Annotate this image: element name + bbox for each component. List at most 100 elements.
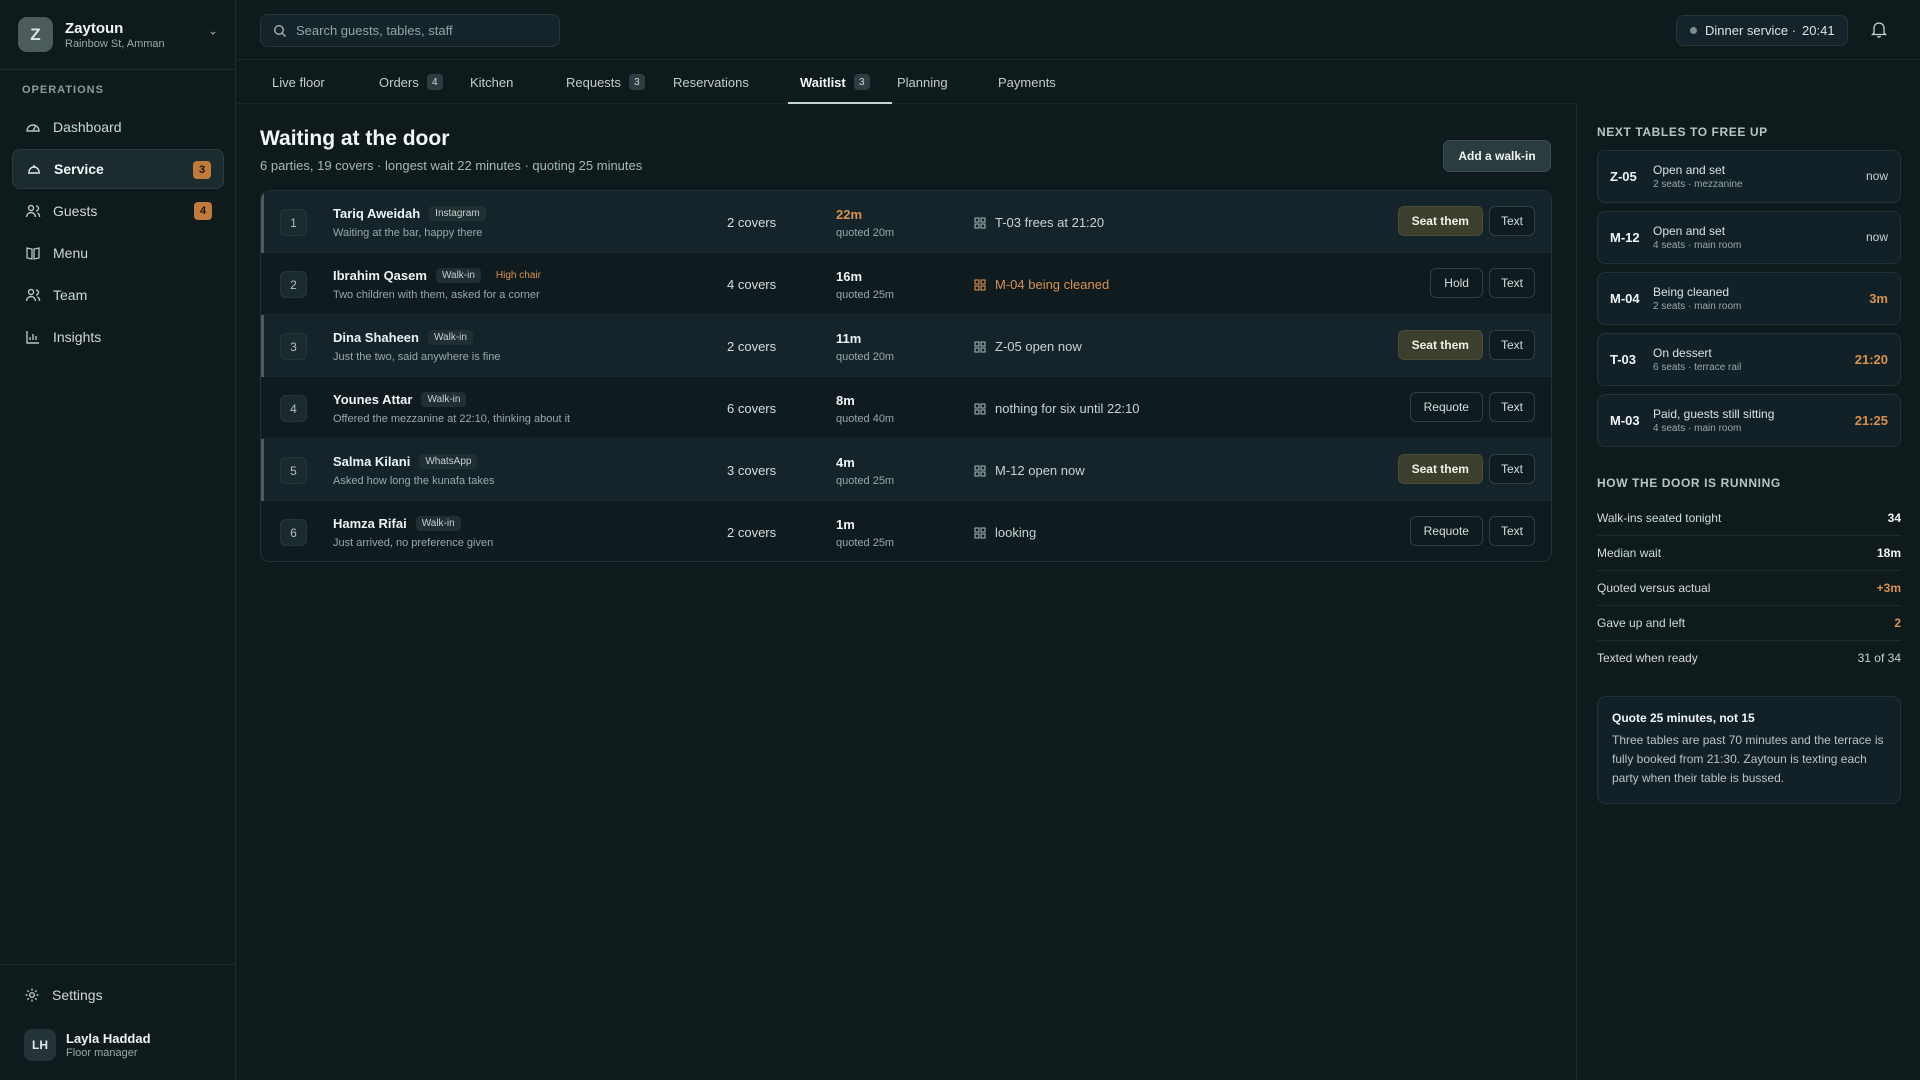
chart-icon <box>26 331 39 344</box>
stat-value: 31 of 34 <box>1857 651 1901 665</box>
stat-row: Quoted versus actual +3m <box>1597 571 1901 606</box>
table-status: Being cleaned <box>1653 285 1730 299</box>
text-guest-button[interactable]: Text <box>1488 206 1535 236</box>
table-row[interactable]: 2 Ibrahim Qasem Walk-in High chair Two c… <box>261 253 1551 315</box>
sidebar-item-label: Guests <box>53 203 98 219</box>
page-title: Waiting at the door <box>260 127 450 150</box>
text-guest-button[interactable]: Text <box>1488 454 1535 484</box>
add-walkin-button[interactable]: Add a walk-in <box>1443 140 1551 172</box>
quoted-time: quoted 25m <box>836 537 895 549</box>
text-guest-button[interactable]: Text <box>1488 330 1535 360</box>
advice-body: Three tables are past 70 minutes and the… <box>1612 733 1884 785</box>
status-dot-icon <box>1690 27 1697 34</box>
covers: 2 covers <box>727 215 777 230</box>
free-table-card[interactable]: M-04 Being cleaned 2 seats · main room 3… <box>1597 272 1901 325</box>
sidebar-item-label: Insights <box>53 329 102 345</box>
free-time: 21:20 <box>1854 352 1888 367</box>
table-row[interactable]: 1 Tariq Aweidah Instagram Waiting at the… <box>261 191 1551 253</box>
table-row[interactable]: 6 Hamza Rifai Walk-in Just arrived, no p… <box>261 501 1551 561</box>
tab-requests[interactable]: Requests 3 <box>566 60 645 104</box>
stat-label: Gave up and left <box>1597 616 1686 630</box>
tab-live-floor[interactable]: Live floor <box>272 60 325 104</box>
seat-them-button[interactable]: Seat them <box>1397 454 1483 484</box>
stat-label: Median wait <box>1597 546 1662 560</box>
table-status-text: M-12 open now <box>995 463 1085 478</box>
tab-planning[interactable]: Planning <box>897 60 948 104</box>
user-profile[interactable]: LH Layla Haddad Floor manager <box>24 1029 151 1061</box>
advice-card: Quote 25 minutes, not 15 Three tables ar… <box>1597 696 1901 804</box>
stat-label: Quoted versus actual <box>1597 581 1711 595</box>
guest-note: Waiting at the bar, happy there <box>333 227 483 239</box>
table-row[interactable]: 5 Salma Kilani WhatsApp Asked how long t… <box>261 439 1551 501</box>
sidebar-item-label: Dashboard <box>53 119 122 135</box>
brand-logo: Z <box>18 17 53 52</box>
table-code: M-03 <box>1610 413 1640 428</box>
nav-badge: 4 <box>194 202 212 220</box>
guest-note: Asked how long the kunafa takes <box>333 475 495 487</box>
table-status-text: looking <box>995 525 1037 540</box>
tab-reservations[interactable]: Reservations <box>673 60 749 104</box>
tab-label: Waitlist <box>800 74 846 90</box>
sidebar-item-team[interactable]: Team <box>12 275 224 315</box>
tab-label: Payments <box>998 74 1056 90</box>
table-detail: 4 seats · main room <box>1653 240 1742 251</box>
text-guest-button[interactable]: Text <box>1488 268 1535 298</box>
requote-button[interactable]: Requote <box>1409 392 1483 422</box>
tab-orders[interactable]: Orders 4 <box>379 60 443 104</box>
search-icon <box>273 24 286 37</box>
text-guest-button[interactable]: Text <box>1488 392 1535 422</box>
user-name: Layla Haddad <box>66 1031 151 1046</box>
covers: 2 covers <box>727 339 777 354</box>
tab-kitchen[interactable]: Kitchen <box>470 60 513 104</box>
wait-time: 4m <box>836 455 855 470</box>
sidebar-item-dashboard[interactable]: Dashboard <box>12 107 224 147</box>
free-tables-heading: NEXT TABLES TO FREE UP <box>1597 125 1768 139</box>
tab-waitlist[interactable]: Waitlist 3 <box>788 60 892 104</box>
top-bar: Search guests, tables, staff Dinner serv… <box>236 0 1920 60</box>
source-tag: Walk-in <box>427 330 473 345</box>
table-code: M-12 <box>1610 230 1640 245</box>
queue-position: 3 <box>280 333 307 360</box>
table-grid-icon <box>974 216 986 229</box>
free-table-card[interactable]: M-03 Paid, guests still sitting 4 seats … <box>1597 394 1901 447</box>
sidebar-item-menu[interactable]: Menu <box>12 233 224 273</box>
free-table-card[interactable]: M-12 Open and set 4 seats · main room no… <box>1597 211 1901 264</box>
brand-switcher[interactable]: Z Zaytoun Rainbow St, Amman <box>0 0 236 70</box>
sidebar-item-service[interactable]: Service 3 <box>12 149 224 189</box>
settings-link[interactable]: Settings <box>24 987 103 1003</box>
text-guest-button[interactable]: Text <box>1488 516 1535 546</box>
covers: 6 covers <box>727 401 777 416</box>
sidebar-item-insights[interactable]: Insights <box>12 317 224 357</box>
sidebar-item-label: Menu <box>53 245 89 261</box>
free-table-card[interactable]: Z-05 Open and set 2 seats · mezzanine no… <box>1597 150 1901 203</box>
hold-button[interactable]: Hold <box>1430 268 1483 298</box>
table-code: T-03 <box>1610 352 1637 367</box>
queue-position: 6 <box>280 519 307 546</box>
tab-payments[interactable]: Payments <box>998 60 1056 104</box>
service-status-pill[interactable]: Dinner service · 20:41 <box>1676 15 1848 46</box>
seat-them-button[interactable]: Seat them <box>1397 330 1483 360</box>
requote-button[interactable]: Requote <box>1409 516 1483 546</box>
table-grid-icon <box>974 526 986 539</box>
quoted-time: quoted 20m <box>836 351 895 363</box>
bell-icon[interactable] <box>1870 20 1888 38</box>
guest-name: Salma Kilani <box>333 454 411 469</box>
sidebar-nav: Dashboard Service 3 Guests 4 Menu Team I… <box>12 107 224 359</box>
table-status-text: M-04 being cleaned <box>995 277 1110 292</box>
free-time: 3m <box>1869 291 1888 306</box>
search-input[interactable]: Search guests, tables, staff <box>260 14 560 47</box>
stat-value: +3m <box>1876 581 1901 595</box>
table-row[interactable]: 4 Younes Attar Walk-in Offered the mezza… <box>261 377 1551 439</box>
tab-label: Requests <box>566 74 621 90</box>
wait-time: 16m <box>836 269 863 284</box>
table-grid-icon <box>974 464 986 477</box>
source-tag: WhatsApp <box>419 454 478 469</box>
stat-label: Walk-ins seated tonight <box>1597 511 1722 525</box>
sidebar-item-guests[interactable]: Guests 4 <box>12 191 224 231</box>
table-row[interactable]: 3 Dina Shaheen Walk-in Just the two, sai… <box>261 315 1551 377</box>
tab-count-badge: 4 <box>426 74 443 90</box>
free-table-card[interactable]: T-03 On dessert 6 seats · terrace rail 2… <box>1597 333 1901 386</box>
source-tag: Walk-in <box>415 516 461 531</box>
search-placeholder: Search guests, tables, staff <box>296 23 453 38</box>
seat-them-button[interactable]: Seat them <box>1397 206 1483 236</box>
